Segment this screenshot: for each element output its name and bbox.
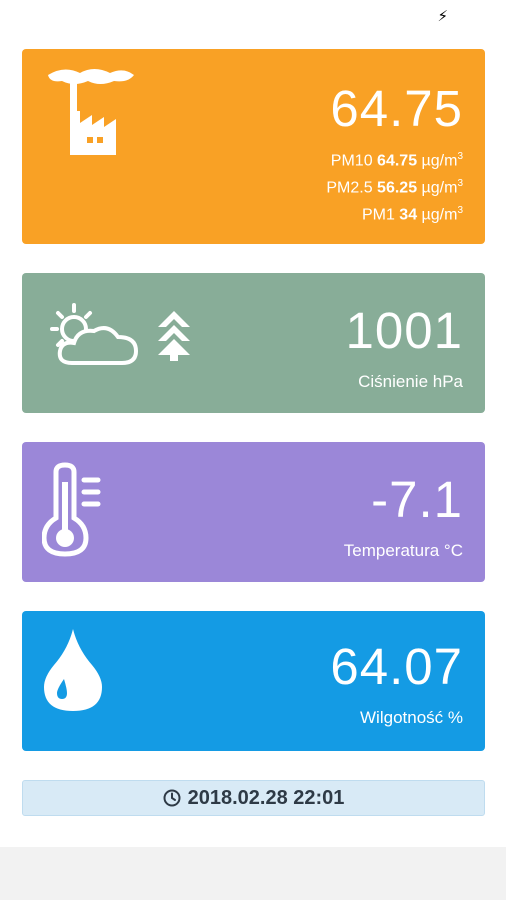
humidity-value: 64.07 <box>330 638 463 695</box>
humidity-card[interactable]: 64.07 Wilgotność % <box>22 611 485 751</box>
thermometer-icon <box>42 462 101 557</box>
temperature-card[interactable]: -7.1 Temperatura °C <box>22 442 485 582</box>
timestamp-text: 2018.02.28 22:01 <box>187 786 345 809</box>
timestamp-bar: 2018.02.28 22:01 <box>22 780 485 816</box>
temperature-label: Temperatura °C <box>343 541 463 560</box>
pm-card[interactable]: 64.75 PM10 64.75 µg/m3 PM2.5 56.25 µg/m3… <box>22 49 485 244</box>
pm10-line: PM10 64.75 µg/m3 <box>330 151 463 170</box>
pm1-line: PM1 34 µg/m3 <box>361 205 463 224</box>
flash-icon: ⚡ <box>437 8 448 25</box>
temperature-value: -7.1 <box>371 471 463 528</box>
pressure-label: Ciśnienie hPa <box>358 372 463 391</box>
clock-icon <box>163 789 181 807</box>
pm25-line: PM2.5 56.25 µg/m3 <box>326 178 463 197</box>
factory-smog-icon <box>48 69 134 155</box>
pressure-value: 1001 <box>345 302 463 359</box>
water-drop-icon <box>44 629 102 711</box>
humidity-label: Wilgotność % <box>360 708 463 727</box>
pm-main-value: 64.75 <box>330 80 463 137</box>
bottom-band <box>0 847 506 900</box>
sun-cloud-icon <box>50 303 139 365</box>
pressure-arrows-icon <box>158 311 190 361</box>
pressure-card[interactable]: 1001 Ciśnienie hPa <box>22 273 485 413</box>
status-bar: ⚡ <box>0 0 506 36</box>
